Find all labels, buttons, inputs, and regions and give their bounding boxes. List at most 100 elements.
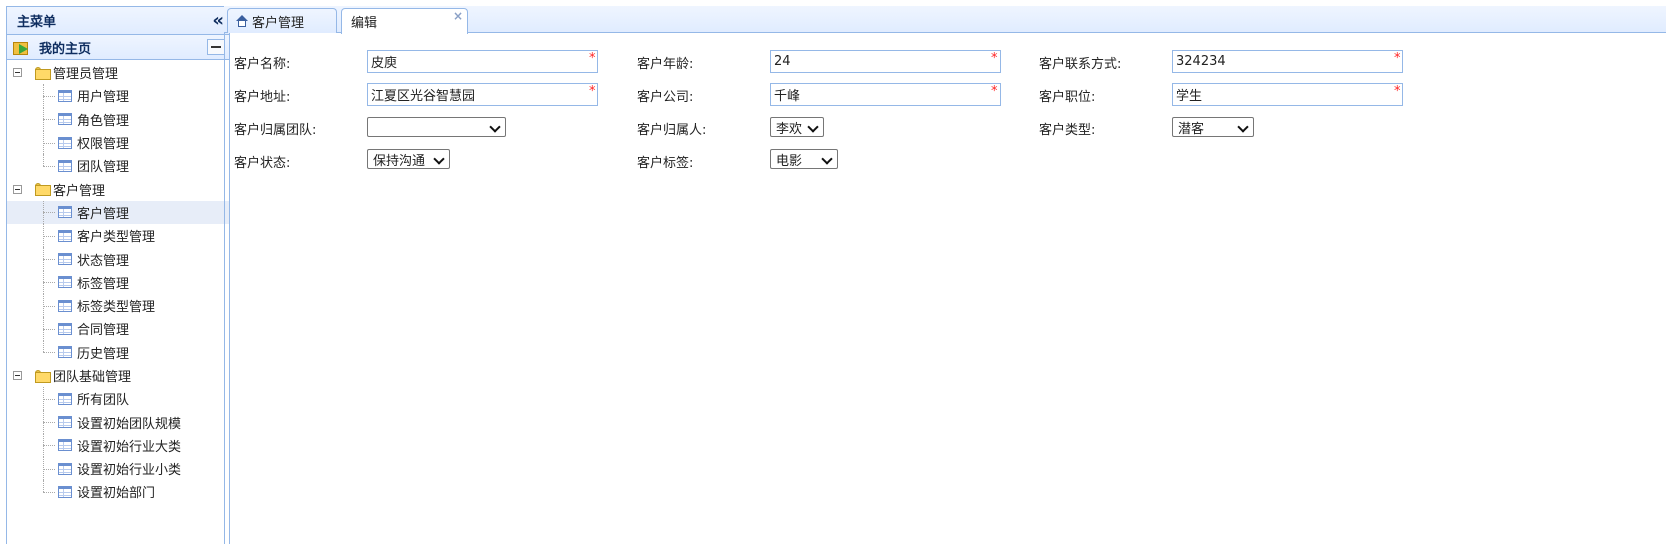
table-page-icon [58,136,72,149]
tree-folder-label: 管理员管理 [53,67,119,83]
tree-collapse-toggle-icon[interactable] [13,68,22,78]
tab-edit[interactable]: 编辑 × [341,8,468,34]
tree-item-label: 权限管理 [77,137,130,153]
my-home-accordion-header[interactable]: 我的主页 [7,35,229,60]
tab-label: 编辑 [351,16,378,31]
tree-item-role-management[interactable]: 角色管理 [7,107,229,131]
chevron-down-icon [807,121,819,133]
close-tab-icon[interactable]: × [453,9,463,23]
tree-item-user-management[interactable]: 用户管理 [7,84,229,108]
tab-customer-management[interactable]: 客户管理 [227,8,337,33]
tree-item-label: 设置初始团队规模 [77,416,182,432]
table-page-icon [58,159,72,172]
folder-icon [35,369,51,383]
tree-item-label: 角色管理 [77,113,130,129]
tabs-bar: 客户管理 编辑 × [224,6,1666,34]
customer-type-select[interactable]: 潜客 [1172,117,1254,137]
tree-collapse-toggle-icon[interactable] [13,371,22,380]
table-page-icon [58,346,72,359]
required-mark: * [589,51,596,66]
customer-company-field[interactable] [770,83,1001,106]
table-page-icon [58,485,72,498]
tree-item-contract-management[interactable]: 合同管理 [7,317,229,341]
tree-item-label: 团队管理 [77,160,130,176]
customer-name-label: 客户名称: [234,57,291,72]
tree-item-tag-management[interactable]: 标签管理 [7,270,229,294]
table-page-icon [58,439,72,452]
table-page-icon [58,416,72,429]
tree-item-label: 历史管理 [77,346,130,362]
tree-item-permission-management[interactable]: 权限管理 [7,130,229,155]
customer-position-label: 客户职位: [1039,90,1096,105]
home-arrow-icon [13,39,31,55]
tree-item-label: 设置初始行业大类 [77,439,182,455]
chevron-down-icon [1237,121,1249,133]
tree-item-all-teams[interactable]: 所有团队 [7,387,229,411]
table-page-icon [58,229,72,242]
tree-collapse-toggle-icon[interactable] [13,184,22,194]
chevron-down-icon [489,121,501,133]
customer-position-field[interactable] [1172,83,1403,106]
tree-item-label: 客户管理 [77,206,130,222]
tree-folder-admin[interactable]: 管理员管理 [7,61,229,84]
table-page-icon [58,392,72,405]
table-page-icon [58,89,72,102]
required-mark: * [589,84,596,99]
required-mark: * [991,84,998,99]
tree-item-history-management[interactable]: 历史管理 [7,340,229,364]
customer-owner-select[interactable]: 李欢 [770,117,824,137]
my-home-label: 我的主页 [39,41,92,57]
edit-customer-form: 客户名称: * 客户年龄: * 客户联系方式: * 客户地址: * 客户公司: … [224,33,1666,544]
table-page-icon [58,322,72,335]
required-mark: * [1394,84,1401,99]
tree-item-init-team-size[interactable]: 设置初始团队规模 [7,410,229,434]
customer-type-label: 客户类型: [1039,123,1096,138]
folder-icon [35,66,51,80]
tree-item-customer-management[interactable]: 客户管理 [7,200,229,225]
customer-team-select[interactable] [367,117,506,137]
table-page-icon [58,462,72,475]
tree-item-label: 状态管理 [77,253,130,269]
collapse-sidebar-icon[interactable]: « [212,10,224,31]
required-mark: * [1394,51,1401,66]
tree-item-label: 用户管理 [77,90,130,106]
customer-company-label: 客户公司: [637,90,694,105]
tree-item-init-industry-minor[interactable]: 设置初始行业小类 [7,457,229,481]
customer-age-field[interactable] [770,50,1001,73]
tree-item-customer-type-management[interactable]: 客户类型管理 [7,224,229,248]
tree-item-tag-type-management[interactable]: 标签类型管理 [7,293,229,318]
tree-item-label: 客户类型管理 [77,230,156,246]
customer-status-select[interactable]: 保持沟通 [367,149,450,169]
chevron-down-icon [821,153,833,165]
customer-name-field[interactable] [367,50,598,73]
tree-item-init-industry-major[interactable]: 设置初始行业大类 [7,433,229,458]
collapse-section-icon[interactable] [207,39,225,55]
tree-item-label: 所有团队 [77,393,130,409]
select-value: 电影 [776,153,803,169]
table-page-icon [58,113,72,126]
tree-item-label: 合同管理 [77,323,130,339]
required-mark: * [991,51,998,66]
tree-item-status-management[interactable]: 状态管理 [7,247,229,271]
customer-owner-label: 客户归属人: [637,123,707,138]
select-value: 李欢 [776,121,803,137]
tree-item-label: 设置初始部门 [77,486,156,502]
customer-tag-select[interactable]: 电影 [770,149,838,169]
tree-folder-customer[interactable]: 客户管理 [7,177,229,200]
menu-tree: 管理员管理 用户管理 角色管理 权限管理 团队管理 客户管理 客户管理 客户类型… [7,60,229,504]
main-menu-header: 主菜单 « [7,7,229,35]
customer-tag-label: 客户标签: [637,156,694,171]
customer-age-label: 客户年龄: [637,57,694,72]
customer-contact-label: 客户联系方式: [1039,57,1122,72]
tree-folder-team-basic[interactable]: 团队基础管理 [7,364,229,387]
table-page-icon [58,253,72,266]
customer-status-label: 客户状态: [234,156,291,171]
tree-folder-label: 团队基础管理 [53,370,132,385]
customer-address-field[interactable] [367,83,598,106]
customer-contact-field[interactable] [1172,50,1403,73]
home-icon [236,15,248,27]
tree-item-init-department[interactable]: 设置初始部门 [7,480,229,503]
tree-item-team-management[interactable]: 团队管理 [7,154,229,177]
select-value: 保持沟通 [373,153,426,169]
table-page-icon [58,206,72,219]
